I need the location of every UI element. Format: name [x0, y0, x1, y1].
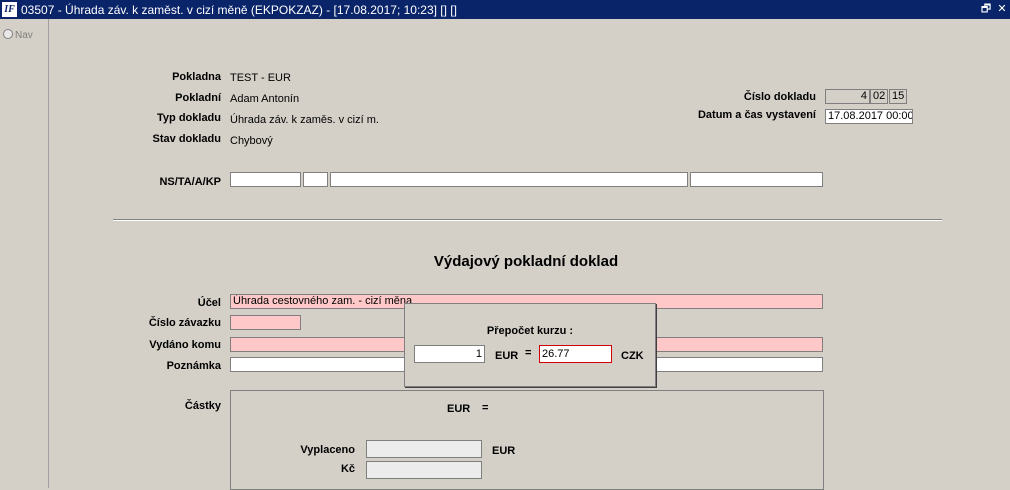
cislo-dokladu-field-1[interactable]: 4 [825, 89, 870, 104]
castky-label: Částky [184, 400, 221, 412]
stav-dokladu-label: Stav dokladu [152, 133, 221, 145]
typ-dokladu-value: Úhrada záv. k zaměs. v cizí m. [230, 114, 379, 126]
pokladna-label: Pokladna [172, 71, 221, 83]
popup-to-currency: CZK [621, 350, 644, 362]
amounts-panel: EUR = Vyplaceno EUR Kč [230, 390, 824, 490]
left-sidebar: Nav [0, 19, 49, 488]
amounts-eq-sign: = [482, 402, 489, 414]
popup-eq-sign: = [525, 347, 532, 359]
restore-window-icon[interactable]: 🗗 [979, 2, 993, 16]
a-field[interactable] [330, 172, 688, 187]
cislo-dokladu-label: Číslo dokladu [743, 91, 816, 103]
vyplaceno-currency: EUR [492, 445, 516, 457]
cislo-dokladu-field-3[interactable]: 15 [889, 89, 907, 104]
stav-dokladu-value: Chybový [230, 135, 273, 147]
app-logo-icon: IF [2, 2, 17, 17]
nav-button[interactable]: Nav [3, 29, 33, 41]
nav-radio-icon [3, 29, 13, 39]
vyplaceno-field[interactable] [366, 440, 482, 458]
popup-title: Přepočet kurzu : [486, 325, 574, 337]
cislo-zavazku-field[interactable] [230, 315, 301, 330]
cislo-zavazku-label: Číslo závazku [148, 317, 221, 329]
popup-from-currency: EUR [495, 350, 519, 362]
nav-label: Nav [15, 30, 33, 41]
datum-vystaveni-label: Datum a čas vystavení [697, 109, 816, 121]
exchange-rate-popup: Přepočet kurzu : 1 EUR = 26.77 CZK [404, 303, 656, 387]
amounts-eur-label: EUR [447, 403, 471, 415]
main-form: Pokladna TEST - EUR Pokladní Adam Antoní… [49, 19, 1010, 490]
document-title: Výdajový pokladní doklad [433, 253, 619, 270]
pokladni-label: Pokladní [175, 92, 221, 104]
pokladna-value: TEST - EUR [230, 72, 291, 84]
poznamka-label: Poznámka [166, 360, 221, 372]
ta-field[interactable] [303, 172, 328, 187]
ucel-label: Účel [197, 297, 221, 309]
datum-vystaveni-field[interactable]: 17.08.2017 00:00 [825, 109, 913, 124]
pokladni-value: Adam Antonín [230, 93, 300, 105]
kp-field[interactable] [690, 172, 823, 187]
vyplaceno-label: Vyplaceno [300, 444, 355, 456]
ns-ta-a-kp-label: NS/TA/A/KP [159, 176, 221, 188]
window-titlebar: IF 03507 - Úhrada záv. k zaměst. v cizí … [0, 0, 1010, 19]
section-divider [113, 219, 942, 221]
cislo-dokladu-field-2[interactable]: 02 [870, 89, 888, 104]
popup-rate-field[interactable]: 26.77 [539, 345, 612, 363]
vydano-komu-label: Vydáno komu [149, 339, 221, 351]
typ-dokladu-label: Typ dokladu [157, 112, 221, 124]
popup-amount-field[interactable]: 1 [414, 345, 485, 363]
close-window-icon[interactable]: ✕ [995, 2, 1009, 16]
ns-field[interactable] [230, 172, 301, 187]
kc-field[interactable] [366, 461, 482, 479]
kc-label: Kč [340, 463, 355, 475]
window-title: 03507 - Úhrada záv. k zaměst. v cizí měn… [21, 3, 457, 17]
